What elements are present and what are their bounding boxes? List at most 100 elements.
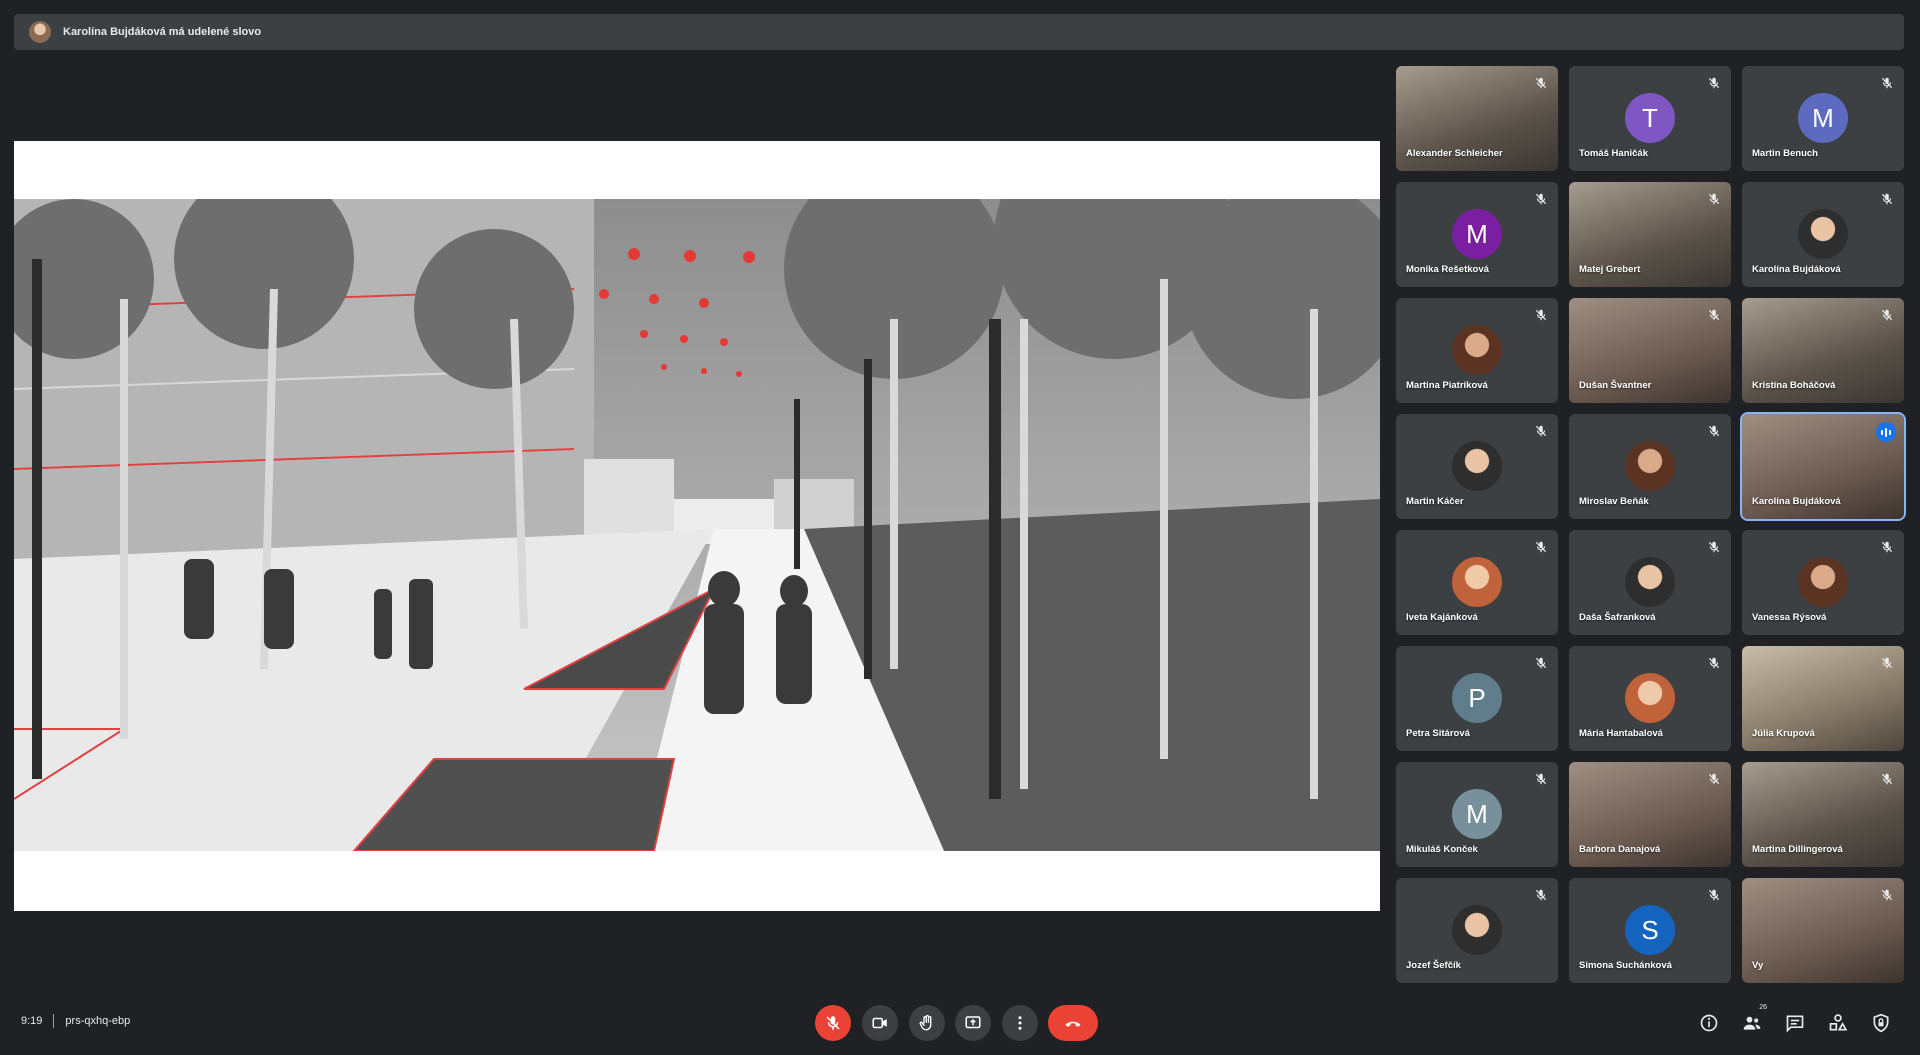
participant-tile[interactable]: P Petra Sitárová [1396, 646, 1558, 751]
hang-up-icon [1065, 1021, 1081, 1027]
muted-mic-icon [1881, 889, 1893, 901]
speaker-notification-text: Karolína Bujdáková má udelené slovo [63, 26, 262, 38]
participant-name: Barbora Danajová [1579, 844, 1661, 855]
participant-tile[interactable]: Mária Hantabalová [1569, 646, 1731, 751]
muted-mic-icon [1535, 309, 1547, 321]
muted-mic-icon [1535, 773, 1547, 785]
presentation-image [14, 199, 1380, 851]
participant-name: Jozef Šefčík [1406, 960, 1461, 971]
host-controls-button[interactable] [1868, 1010, 1894, 1036]
participant-name: Mária Hantabalová [1579, 728, 1663, 739]
muted-mic-icon [1881, 541, 1893, 553]
camera-toggle-button[interactable] [862, 1005, 898, 1041]
participant-count-badge: 26 [1759, 1004, 1767, 1011]
meeting-code: prs-qxhq-ebp [65, 1015, 131, 1027]
activities-icon [1829, 1014, 1848, 1031]
participant-photo-avatar [1452, 325, 1502, 375]
participant-tile[interactable]: Júlia Krupová [1742, 646, 1904, 751]
muted-mic-icon [1881, 77, 1893, 89]
participant-tile[interactable]: Martina Piatriková [1396, 298, 1558, 403]
participant-name: Martina Piatriková [1406, 380, 1488, 391]
participant-tile[interactable]: S Simona Suchánková [1569, 878, 1731, 983]
muted-mic-icon [1881, 657, 1893, 669]
chat-icon [1786, 1015, 1804, 1033]
participant-name: Tomáš Haničák [1579, 148, 1648, 159]
leave-call-button[interactable] [1048, 1005, 1098, 1041]
raise-hand-icon [919, 1014, 932, 1031]
participant-tile[interactable]: M Monika Rešetková [1396, 182, 1558, 287]
participant-tile[interactable]: Kristína Boháčová [1742, 298, 1904, 403]
muted-mic-icon [1708, 773, 1720, 785]
participant-name: Mikuláš Konček [1406, 844, 1478, 855]
participant-tile[interactable]: Barbora Danajová [1569, 762, 1731, 867]
present-screen-button[interactable] [955, 1005, 991, 1041]
participant-tile[interactable]: Martina Dillingerová [1742, 762, 1904, 867]
participant-name: Petra Sitárová [1406, 728, 1470, 739]
present-screen-icon [965, 1016, 981, 1029]
participant-name: Daša Šafranková [1579, 612, 1656, 623]
participant-photo-avatar [1452, 441, 1502, 491]
participant-tile[interactable]: Karolína Bujdáková [1742, 414, 1904, 519]
participant-name: Vanessa Rýsová [1752, 612, 1827, 623]
participant-grid: Alexander Schleicher T Tomáš Haničák M Marti… [1396, 66, 1906, 986]
muted-mic-icon [1708, 425, 1720, 437]
muted-mic-icon [1708, 657, 1720, 669]
presentation-stage [14, 141, 1380, 911]
speaker-notification-banner: Karolína Bujdáková má udelené slovo [14, 14, 1904, 50]
participant-initial-avatar: P [1452, 673, 1502, 723]
meeting-info: 9:19 prs-qxhq-ebp [21, 1014, 130, 1028]
muted-mic-icon [1881, 309, 1893, 321]
raise-hand-button[interactable] [909, 1005, 945, 1041]
participant-initial-avatar: M [1452, 209, 1502, 259]
participant-name: Miroslav Beňák [1579, 496, 1649, 507]
participant-photo-avatar [1452, 557, 1502, 607]
participant-photo-avatar [1625, 557, 1675, 607]
muted-mic-icon [1881, 193, 1893, 205]
participant-name: Martina Dillingerová [1752, 844, 1843, 855]
participant-tile[interactable]: Iveta Kajánková [1396, 530, 1558, 635]
current-time: 9:19 [21, 1015, 43, 1027]
more-options-icon [1018, 1016, 1022, 1030]
participant-tile[interactable]: Daša Šafranková [1569, 530, 1731, 635]
participant-name: Dušan Švantner [1579, 380, 1652, 391]
mic-off-icon [826, 1016, 840, 1030]
more-options-button[interactable] [1002, 1005, 1038, 1041]
participant-name: Kristína Boháčová [1752, 380, 1836, 391]
people-button[interactable]: 26 [1739, 1004, 1767, 1036]
participant-tile[interactable]: M Martin Benuch [1742, 66, 1904, 171]
participant-tile[interactable]: Alexander Schleicher [1396, 66, 1558, 171]
participant-tile[interactable]: Dušan Švantner [1569, 298, 1731, 403]
participant-tile[interactable]: Jozef Šefčík [1396, 878, 1558, 983]
participant-name: Martin Káčer [1406, 496, 1464, 507]
participant-name: Matej Grebert [1579, 264, 1641, 275]
participant-tile[interactable]: M Mikuláš Konček [1396, 762, 1558, 867]
participant-initial-avatar: M [1798, 93, 1848, 143]
activities-button[interactable] [1825, 1010, 1851, 1036]
muted-mic-icon [1708, 193, 1720, 205]
muted-mic-icon [1535, 657, 1547, 669]
bottom-control-bar: 9:19 prs-qxhq-ebp 26 [0, 1000, 1920, 1055]
participant-name: Vy [1752, 960, 1764, 971]
muted-mic-icon [1708, 77, 1720, 89]
participant-photo-avatar [1798, 209, 1848, 259]
participant-name: Júlia Krupová [1752, 728, 1815, 739]
mic-toggle-button[interactable] [815, 1005, 851, 1041]
participant-tile[interactable]: T Tomáš Haničák [1569, 66, 1731, 171]
participant-tile[interactable]: Matej Grebert [1569, 182, 1731, 287]
participant-tile[interactable]: Vanessa Rýsová [1742, 530, 1904, 635]
participant-photo-avatar [1452, 905, 1502, 955]
participant-tile[interactable]: Miroslav Beňák [1569, 414, 1731, 519]
participant-tile[interactable]: Karolína Bujdáková [1742, 182, 1904, 287]
chat-button[interactable] [1782, 1010, 1808, 1036]
participant-photo-avatar [1798, 557, 1848, 607]
participant-name: Martin Benuch [1752, 148, 1818, 159]
speaking-indicator-icon [1876, 422, 1896, 442]
camera-icon [872, 1017, 887, 1029]
meeting-details-button[interactable] [1696, 1010, 1722, 1036]
muted-mic-icon [1708, 541, 1720, 553]
participant-tile[interactable]: Vy [1742, 878, 1904, 983]
info-icon [1700, 1014, 1718, 1032]
participant-tile[interactable]: Martin Káčer [1396, 414, 1558, 519]
participant-photo-avatar [1625, 441, 1675, 491]
muted-mic-icon [1708, 309, 1720, 321]
